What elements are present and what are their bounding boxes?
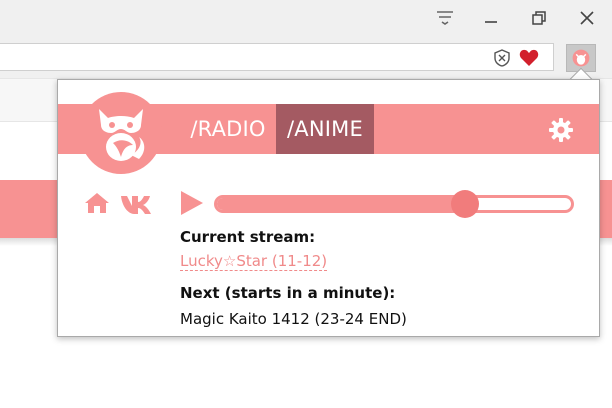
- restore-icon[interactable]: [524, 4, 554, 32]
- volume-slider[interactable]: [214, 190, 574, 218]
- menu-icon[interactable]: [430, 4, 460, 32]
- heart-icon[interactable]: [519, 49, 539, 67]
- tab-anime[interactable]: /ANIME: [276, 104, 374, 154]
- volume-slider-thumb[interactable]: [450, 190, 479, 218]
- play-icon[interactable]: [180, 190, 204, 216]
- shield-x-icon[interactable]: [493, 49, 511, 67]
- fox-logo-icon[interactable]: [80, 92, 162, 174]
- vk-icon[interactable]: [120, 194, 154, 214]
- volume-slider-fill: [217, 198, 465, 210]
- minimize-icon[interactable]: [476, 4, 506, 32]
- next-stream-value: Magic Kaito 1412 (23-24 END): [180, 310, 407, 328]
- home-icon[interactable]: [84, 192, 110, 214]
- gear-icon[interactable]: [548, 117, 574, 143]
- next-stream-label: Next (starts in a minute):: [180, 284, 396, 302]
- tab-radio[interactable]: /RADIO: [186, 104, 270, 154]
- window-titlebar: [0, 0, 612, 38]
- current-stream-link[interactable]: Lucky☆Star (11-12): [180, 252, 328, 271]
- radio-popup: /RADIO /ANIME Current stream: Lucky☆Star…: [57, 79, 600, 337]
- close-icon[interactable]: [572, 4, 602, 32]
- address-bar: [0, 38, 612, 78]
- current-stream-label: Current stream:: [180, 228, 316, 246]
- url-input[interactable]: [0, 43, 554, 71]
